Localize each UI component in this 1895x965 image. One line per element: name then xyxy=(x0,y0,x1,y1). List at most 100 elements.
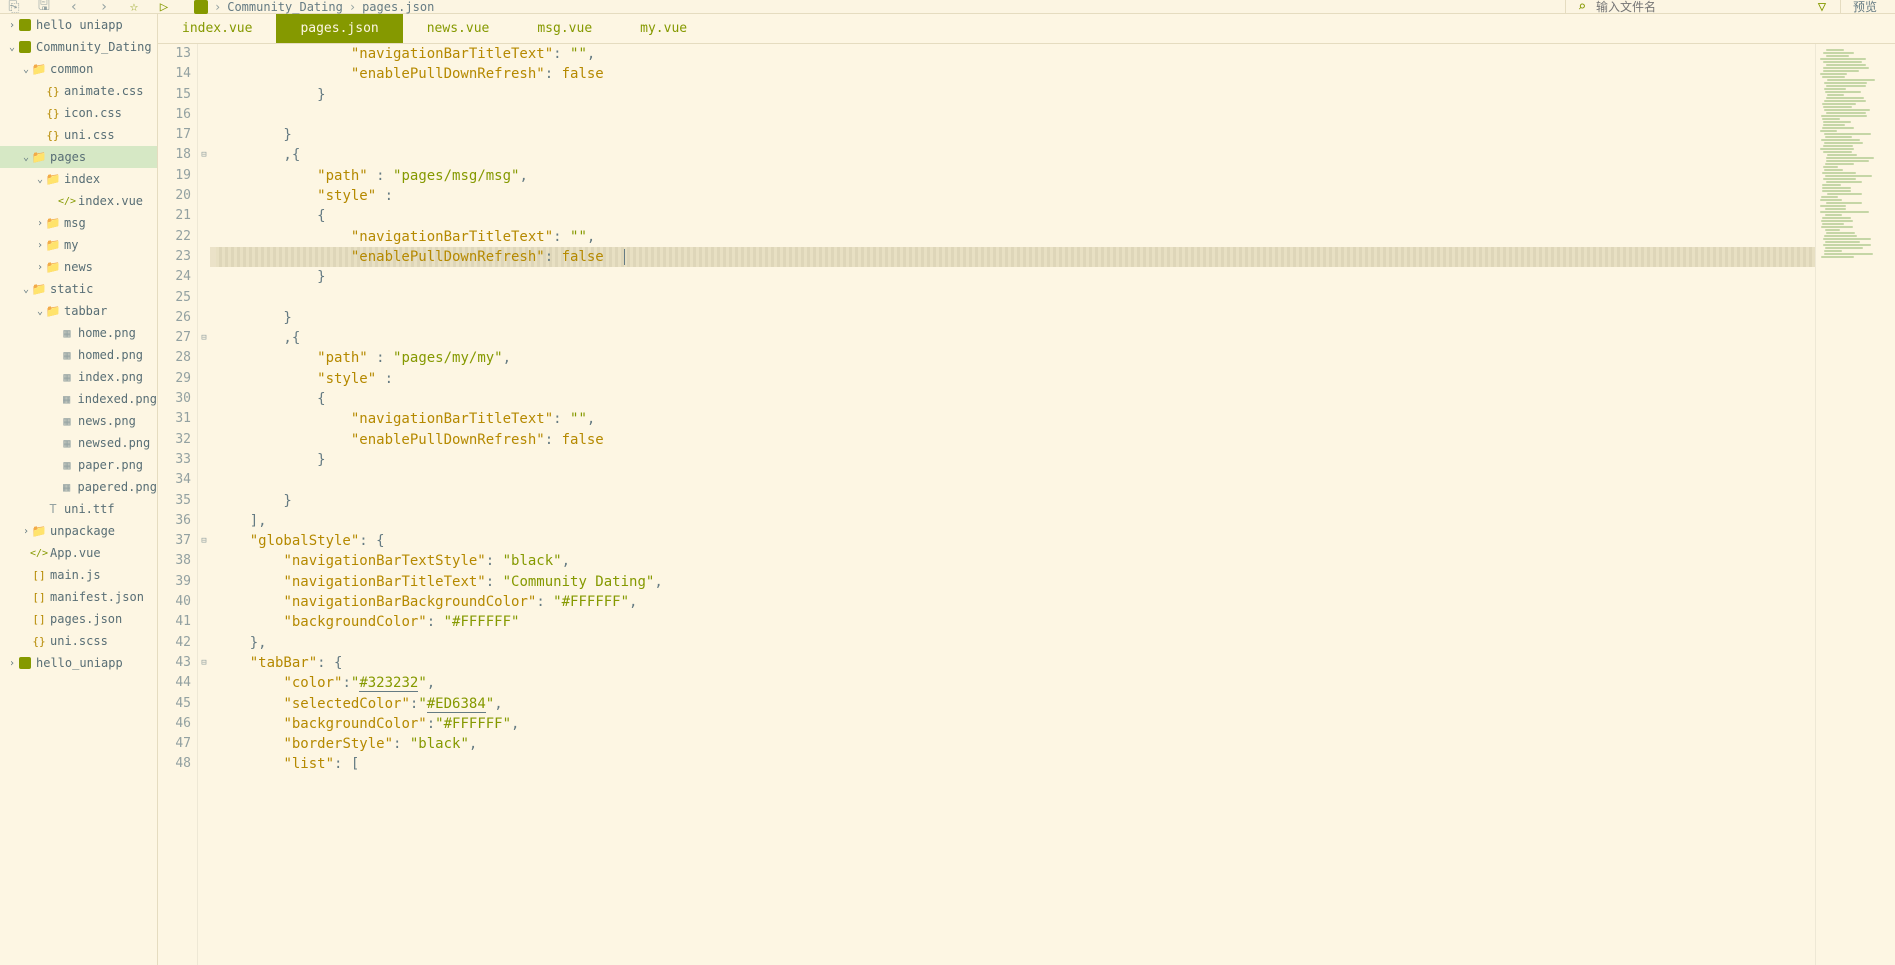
code-line[interactable]: "navigationBarTitleText": "", xyxy=(216,44,1815,64)
code-line[interactable] xyxy=(216,105,1815,125)
filter-icon[interactable]: ▽ xyxy=(1814,0,1830,15)
code-line[interactable]: "list": [ xyxy=(216,754,1815,774)
new-file-icon[interactable]: ⎘ xyxy=(6,0,22,15)
tree-item-hello-uniapp[interactable]: ›hello_uniapp xyxy=(0,652,157,674)
code-line[interactable]: "path" : "pages/my/my", xyxy=(216,348,1815,368)
tree-item-hello-uniapp[interactable]: ›hello uniapp xyxy=(0,14,157,36)
code-line[interactable]: } xyxy=(216,125,1815,145)
tree-item-index-vue[interactable]: </>index.vue xyxy=(0,190,157,212)
tree-item-indexed-png[interactable]: ▦indexed.png xyxy=(0,388,157,410)
code-line[interactable]: ], xyxy=(216,511,1815,531)
tree-item-news-png[interactable]: ▦news.png xyxy=(0,410,157,432)
code-line[interactable]: "navigationBarTitleText": "", xyxy=(216,227,1815,247)
json-icon: [] xyxy=(32,590,46,604)
tree-item-uni-ttf[interactable]: Tuni.ttf xyxy=(0,498,157,520)
tree-item-newsed-png[interactable]: ▦newsed.png xyxy=(0,432,157,454)
file-explorer[interactable]: ›hello uniapp⌄Community_Dating⌄📁common{}… xyxy=(0,14,158,965)
expand-arrow-icon[interactable]: ⌄ xyxy=(6,42,18,53)
tree-item-app-vue[interactable]: </>App.vue xyxy=(0,542,157,564)
tab-news-vue[interactable]: news.vue xyxy=(403,14,514,43)
run-icon[interactable]: ▷ xyxy=(156,0,172,15)
tree-item-uni-css[interactable]: {}uni.css xyxy=(0,124,157,146)
expand-arrow-icon[interactable]: ⌄ xyxy=(20,64,32,75)
code-line[interactable]: "navigationBarBackgroundColor": "#FFFFFF… xyxy=(216,592,1815,612)
code-line[interactable]: { xyxy=(216,389,1815,409)
tree-item-uni-scss[interactable]: {}uni.scss xyxy=(0,630,157,652)
breadcrumb-item[interactable]: Community_Dating xyxy=(227,0,343,14)
code-line[interactable]: "path" : "pages/msg/msg", xyxy=(216,166,1815,186)
tree-item-manifest-json[interactable]: []manifest.json xyxy=(0,586,157,608)
code-line[interactable]: }, xyxy=(216,633,1815,653)
expand-arrow-icon[interactable]: › xyxy=(6,20,18,31)
code-line[interactable] xyxy=(216,288,1815,308)
tree-item-pages-json[interactable]: []pages.json xyxy=(0,608,157,630)
expand-arrow-icon[interactable]: ⌄ xyxy=(34,306,46,317)
minimap[interactable] xyxy=(1815,44,1895,965)
tab-my-vue[interactable]: my.vue xyxy=(616,14,711,43)
code-line[interactable]: ,{ xyxy=(216,145,1815,165)
code-line[interactable]: "backgroundColor": "#FFFFFF" xyxy=(216,612,1815,632)
code-line[interactable]: } xyxy=(216,267,1815,287)
expand-arrow-icon[interactable]: › xyxy=(34,262,46,273)
code-line[interactable]: "navigationBarTextStyle": "black", xyxy=(216,551,1815,571)
code-line[interactable]: "navigationBarTitleText": "", xyxy=(216,409,1815,429)
expand-arrow-icon[interactable]: ⌄ xyxy=(34,174,46,185)
code-line[interactable]: ,{ xyxy=(216,328,1815,348)
tab-index-vue[interactable]: index.vue xyxy=(158,14,276,43)
expand-arrow-icon[interactable]: › xyxy=(20,526,32,537)
tree-item-static[interactable]: ⌄📁static xyxy=(0,278,157,300)
code-line[interactable]: "backgroundColor":"#FFFFFF", xyxy=(216,714,1815,734)
code-line[interactable]: "enablePullDownRefresh": false xyxy=(216,247,1815,267)
code-line[interactable]: "enablePullDownRefresh": false xyxy=(216,430,1815,450)
search-input[interactable] xyxy=(1596,0,1796,14)
tree-item-index[interactable]: ⌄📁index xyxy=(0,168,157,190)
code-line[interactable]: "enablePullDownRefresh": false xyxy=(216,64,1815,84)
tree-item-msg[interactable]: ›📁msg xyxy=(0,212,157,234)
tree-item-my[interactable]: ›📁my xyxy=(0,234,157,256)
code-line[interactable]: } xyxy=(216,85,1815,105)
code-line[interactable]: "style" : xyxy=(216,186,1815,206)
code-line[interactable]: { xyxy=(216,206,1815,226)
code-line[interactable]: "selectedColor":"#ED6384", xyxy=(216,694,1815,714)
expand-arrow-icon[interactable]: ⌄ xyxy=(20,284,32,295)
expand-arrow-icon[interactable]: › xyxy=(34,218,46,229)
tree-item-icon-css[interactable]: {}icon.css xyxy=(0,102,157,124)
expand-arrow-icon[interactable]: ⌄ xyxy=(20,152,32,163)
tree-item-home-png[interactable]: ▦home.png xyxy=(0,322,157,344)
code-editor[interactable]: "navigationBarTitleText": "", "enablePul… xyxy=(210,44,1815,965)
tree-item-tabbar[interactable]: ⌄📁tabbar xyxy=(0,300,157,322)
code-line[interactable]: "style" : xyxy=(216,369,1815,389)
back-icon[interactable]: ‹ xyxy=(66,0,82,15)
tree-item-common[interactable]: ⌄📁common xyxy=(0,58,157,80)
folder-icon: 📁 xyxy=(32,524,46,538)
code-line[interactable]: } xyxy=(216,308,1815,328)
code-line[interactable]: "tabBar": { xyxy=(216,653,1815,673)
tab-msg-vue[interactable]: msg.vue xyxy=(513,14,616,43)
tree-item-pages[interactable]: ⌄📁pages xyxy=(0,146,157,168)
preview-button[interactable]: 预览 xyxy=(1840,0,1889,15)
save-icon[interactable]: 🖫 xyxy=(36,0,52,15)
tree-item-news[interactable]: ›📁news xyxy=(0,256,157,278)
tree-item-unpackage[interactable]: ›📁unpackage xyxy=(0,520,157,542)
expand-arrow-icon[interactable]: › xyxy=(6,658,18,669)
code-line[interactable]: "navigationBarTitleText": "Community Dat… xyxy=(216,572,1815,592)
tree-item-index-png[interactable]: ▦index.png xyxy=(0,366,157,388)
search-icon[interactable]: ⌕ xyxy=(1574,0,1590,15)
tree-item-paper-png[interactable]: ▦paper.png xyxy=(0,454,157,476)
tree-item-homed-png[interactable]: ▦homed.png xyxy=(0,344,157,366)
tree-item-papered-png[interactable]: ▦papered.png xyxy=(0,476,157,498)
tab-pages-json[interactable]: pages.json xyxy=(276,14,402,43)
code-line[interactable]: } xyxy=(216,491,1815,511)
star-icon[interactable]: ☆ xyxy=(126,0,142,15)
code-line[interactable]: } xyxy=(216,450,1815,470)
forward-icon[interactable]: › xyxy=(96,0,112,15)
tree-item-community-dating[interactable]: ⌄Community_Dating xyxy=(0,36,157,58)
code-line[interactable]: "borderStyle": "black", xyxy=(216,734,1815,754)
code-line[interactable]: "globalStyle": { xyxy=(216,531,1815,551)
breadcrumb-item[interactable]: pages.json xyxy=(362,0,434,14)
tree-item-main-js[interactable]: []main.js xyxy=(0,564,157,586)
code-line[interactable]: "color":"#323232", xyxy=(216,673,1815,693)
expand-arrow-icon[interactable]: › xyxy=(34,240,46,251)
code-line[interactable] xyxy=(216,470,1815,490)
tree-item-animate-css[interactable]: {}animate.css xyxy=(0,80,157,102)
